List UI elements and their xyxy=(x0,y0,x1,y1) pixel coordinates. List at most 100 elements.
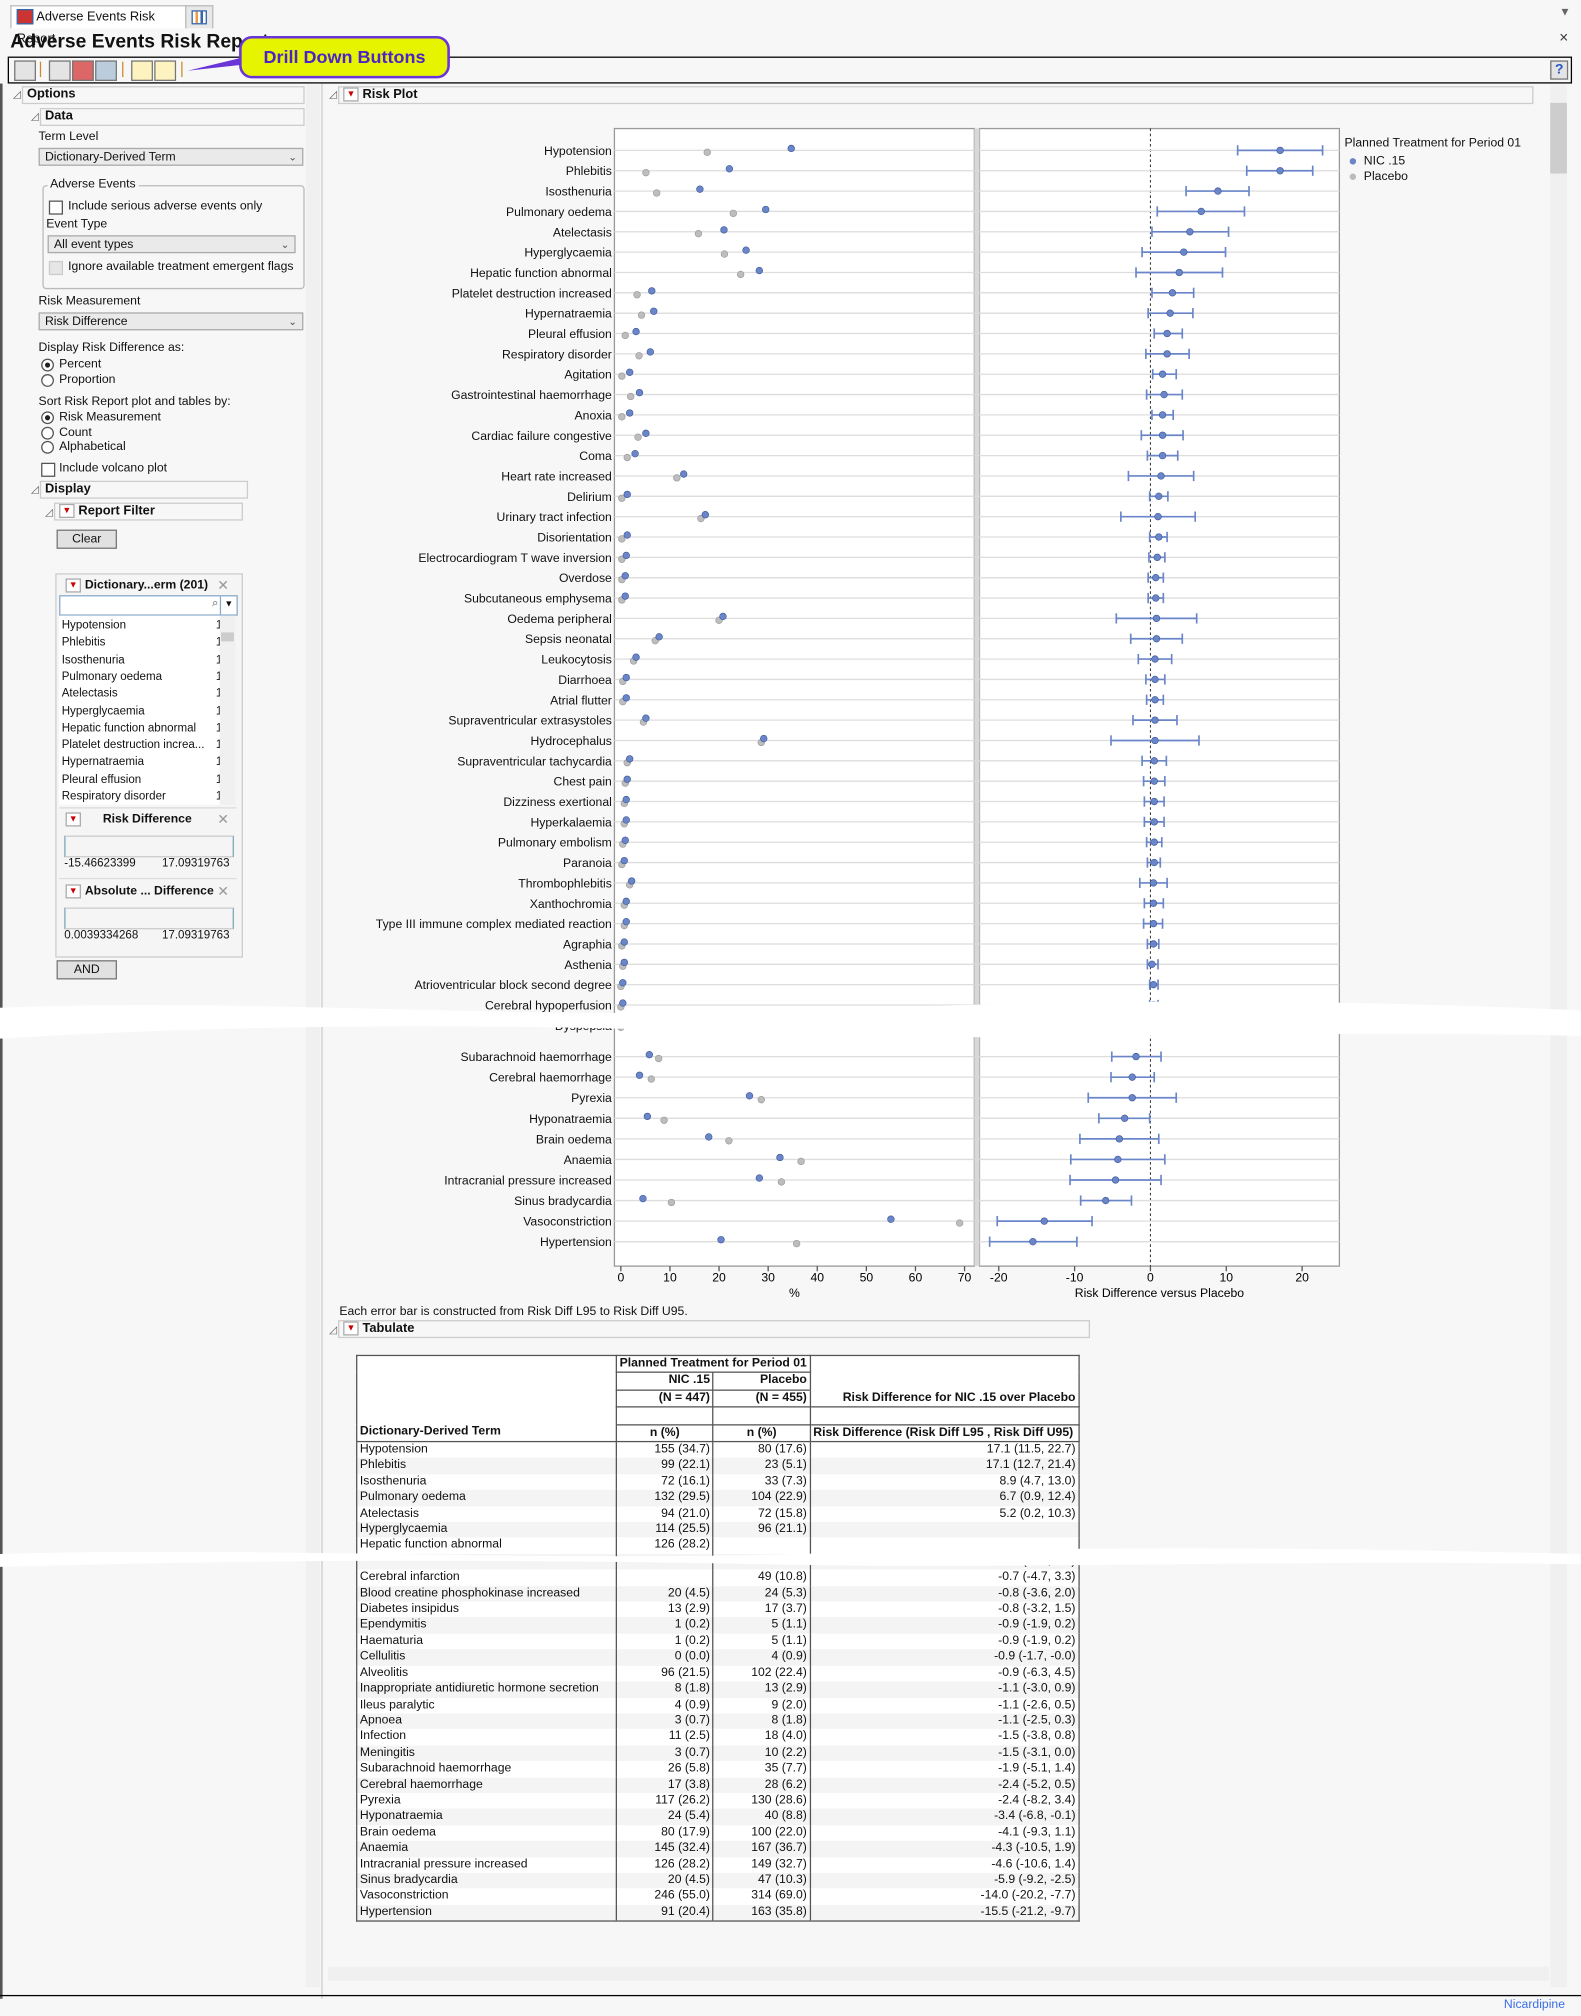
plot-footnote: Each error bar is constructed from Risk … xyxy=(339,1304,688,1319)
table-row: Pulmonary oedema 132 (29.5) 104 (22.9) 6.7 … xyxy=(356,1490,1080,1507)
row-label: Hyperglycaemia xyxy=(524,246,612,260)
nic-cell: 1 (0.2) xyxy=(615,1617,714,1634)
term-cell: Blood creatine phosphokinase increased xyxy=(356,1585,617,1602)
row-label: Phlebitis xyxy=(566,164,612,178)
risk-difference-point xyxy=(1149,899,1158,907)
legend-item-placebo[interactable]: Placebo xyxy=(1349,170,1408,184)
term-cell: Pulmonary oedema xyxy=(356,1490,617,1507)
risk-difference-point xyxy=(1168,289,1177,297)
placebo-point xyxy=(777,1178,786,1186)
tabulate-header[interactable]: ▼ Tabulate xyxy=(338,1320,1091,1339)
placebo-cell: 72 (15.8) xyxy=(712,1506,811,1522)
x-tick-label: -10 xyxy=(1066,1271,1084,1285)
row-label: Electrocardiogram T wave inversion xyxy=(418,551,612,565)
risk-difference-point xyxy=(1149,940,1158,948)
placebo-point xyxy=(621,331,629,340)
placebo-cell: 5 (1.1) xyxy=(712,1633,811,1650)
risk-difference-point xyxy=(1115,1135,1124,1143)
rd-cell: -1.5 (-3.1, 0.0) xyxy=(809,1745,1080,1762)
table-row: Apnoea 3 (0.7) 8 (1.8) -1.1 (-2.5, 0.3) xyxy=(356,1713,1080,1730)
nic-point xyxy=(725,165,734,173)
nic-cell: 11 (2.5) xyxy=(615,1729,714,1746)
row-label: Cardiac failure congestive xyxy=(471,429,612,443)
term-cell: Cellulitis xyxy=(356,1649,617,1666)
placebo-cell: 13 (2.9) xyxy=(712,1681,811,1698)
nic-point xyxy=(719,612,727,621)
risk-difference-point xyxy=(1197,207,1205,216)
row-label: Hydrocephalus xyxy=(530,734,611,748)
term-cell: Brain oedema xyxy=(356,1824,617,1841)
horizontal-scrollbar[interactable] xyxy=(327,1966,1549,1981)
row-label: Platelet destruction increased xyxy=(452,286,612,300)
row-label: Asthenia xyxy=(564,958,612,972)
x-tick-label: -20 xyxy=(990,1271,1008,1285)
risk-difference-point xyxy=(1155,533,1163,541)
placebo-cell: 23 (5.1) xyxy=(712,1458,811,1475)
row-label: Urinary tract infection xyxy=(497,510,612,524)
rd-cell: 8.9 (4.7, 13.0) xyxy=(809,1474,1080,1491)
nic-point xyxy=(643,1112,652,1121)
x-tick-label: 10 xyxy=(663,1271,677,1285)
rd-header: Risk Difference for NIC .15 over Placebo xyxy=(809,1389,1080,1408)
placebo-cell: 130 (28.6) xyxy=(712,1793,811,1810)
risk-difference-point xyxy=(1155,492,1163,500)
nic-cell: 126 (28.2) xyxy=(615,1856,714,1873)
term-cell: Hyperglycaemia xyxy=(356,1521,617,1538)
term-cell: Diabetes insipidus xyxy=(356,1601,617,1618)
nic-point xyxy=(762,205,770,214)
nic-point xyxy=(623,531,631,539)
row-label: Sinus bradycardia xyxy=(514,1194,612,1208)
risk-difference-point xyxy=(1154,512,1162,521)
nic-point xyxy=(635,1071,644,1079)
row-label: Atrial flutter xyxy=(550,693,612,707)
placebo-point xyxy=(642,169,650,177)
nic-cell: 26 (5.8) xyxy=(615,1761,714,1778)
table-row: Meningitis 3 (0.7) 10 (2.2) -1.5 (-3.1, 0.0… xyxy=(356,1745,1080,1762)
row-label: Coma xyxy=(579,449,612,463)
risk-difference-point xyxy=(1132,1052,1140,1061)
col-nic: NIC .15 xyxy=(615,1372,714,1391)
placebo-cell: 80 (17.6) xyxy=(712,1441,811,1459)
risk-difference-point xyxy=(1148,960,1156,968)
term-cell: Hypertension xyxy=(356,1904,617,1922)
rd-cell: -0.9 (-1.9, 0.2) xyxy=(809,1617,1080,1634)
risk-difference-point xyxy=(1152,635,1161,643)
rd-cell xyxy=(809,1521,1080,1538)
nic-point xyxy=(622,795,630,804)
row-label: Hypernatraemia xyxy=(525,307,612,321)
x-tick-label: 40 xyxy=(810,1271,824,1285)
row-label: Xanthochromia xyxy=(530,897,612,911)
table-row: Ileus paralytic 4 (0.9) 9 (2.0) -1.1 (-2.6,… xyxy=(356,1697,1080,1714)
placebo-cell: 40 (8.8) xyxy=(712,1809,811,1825)
row-label: Cerebral haemorrhage xyxy=(489,1071,612,1085)
term-cell: Infection xyxy=(356,1729,617,1746)
risk-difference-point xyxy=(1157,472,1165,480)
rd-cell: -3.4 (-6.8, -0.1) xyxy=(809,1809,1080,1825)
table-row: Subarachnoid haemorrhage 26 (5.8) 35 (7.7)… xyxy=(356,1761,1080,1778)
row-label: Agitation xyxy=(564,368,612,382)
term-cell: Vasoconstriction xyxy=(356,1888,617,1905)
row-label: Atrioventricular block second degree xyxy=(414,978,612,992)
risk-difference-point xyxy=(1152,574,1160,582)
rd-cell: -0.9 (-1.7, -0.0) xyxy=(809,1649,1080,1666)
risk-difference-point xyxy=(1128,1073,1136,1081)
risk-difference-point xyxy=(1114,1155,1122,1164)
row-label: Hepatic function abnormal xyxy=(470,266,612,280)
row-label: Heart rate increased xyxy=(501,469,612,483)
x-tick-label: 60 xyxy=(909,1271,923,1285)
footer-link[interactable]: Nicardipine xyxy=(1504,1998,1565,2012)
risk-difference-point xyxy=(1150,797,1158,806)
nic-point xyxy=(655,633,663,641)
nic-cell: 13 (2.9) xyxy=(615,1601,714,1618)
x-tick-label: 50 xyxy=(860,1271,874,1285)
nic-cell: 0 (0.0) xyxy=(615,1649,714,1666)
term-cell: Hyponatraemia xyxy=(356,1809,617,1825)
collapse-icon[interactable]: ◿ xyxy=(329,1324,337,1336)
legend-item-nic[interactable]: NIC .15 xyxy=(1349,154,1405,168)
nic-cell: 132 (29.5) xyxy=(615,1490,714,1507)
row-label: Intracranial pressure increased xyxy=(444,1173,612,1187)
term-cell: Intracranial pressure increased xyxy=(356,1856,617,1873)
row-label: Supraventricular tachycardia xyxy=(457,754,612,768)
red-triangle-menu-icon[interactable]: ▼ xyxy=(343,1321,359,1336)
placebo-point xyxy=(703,148,711,156)
